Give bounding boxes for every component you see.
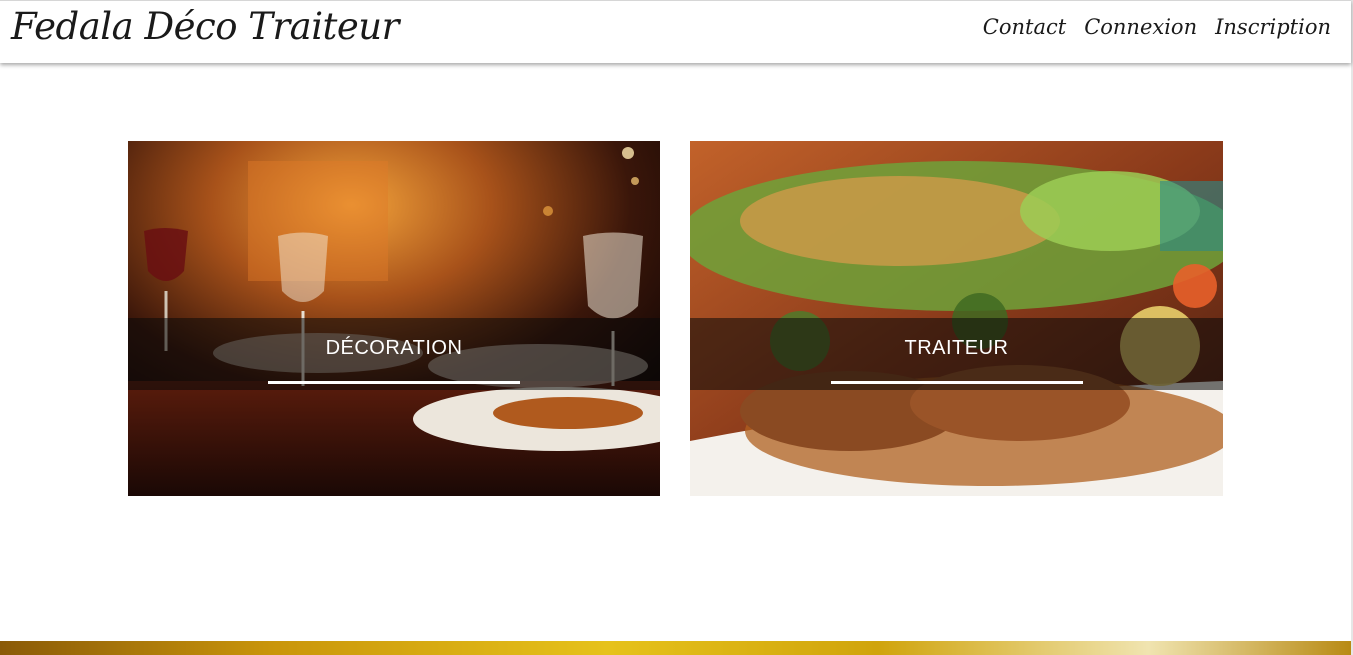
decoration-underline	[268, 381, 520, 384]
footer-image-strip	[0, 641, 1351, 655]
nav-link-connexion[interactable]: Connexion	[1084, 15, 1197, 39]
site-logo[interactable]: Fedala Déco Traiteur	[11, 5, 399, 48]
decoration-title: DÉCORATION	[325, 337, 463, 359]
navbar: Fedala Déco Traiteur Contact Connexion I…	[0, 0, 1351, 63]
nav-link-contact[interactable]: Contact	[983, 15, 1066, 39]
nav-link-inscription[interactable]: Inscription	[1215, 15, 1331, 39]
traiteur-title: TRAITEUR	[904, 337, 1009, 359]
traiteur-underline	[830, 381, 1083, 384]
nav-links: Contact Connexion Inscription	[983, 15, 1331, 39]
traiteur-card[interactable]: TRAITEUR	[690, 141, 1223, 496]
decoration-card[interactable]: DÉCORATION	[128, 141, 660, 496]
